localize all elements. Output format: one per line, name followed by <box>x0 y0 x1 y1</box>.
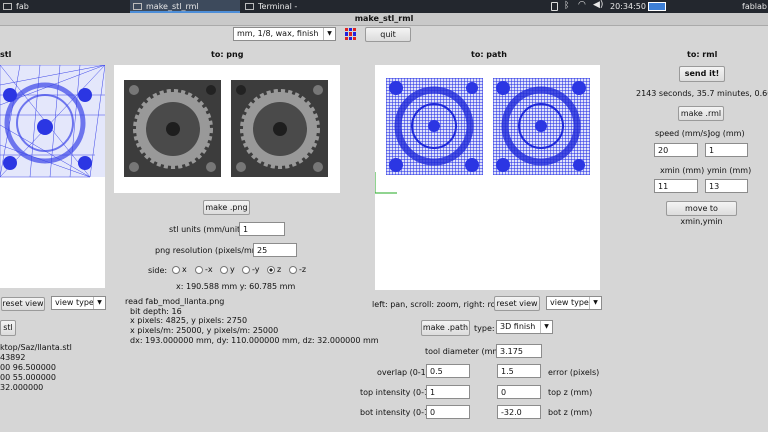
quit-button[interactable]: quit <box>365 27 411 42</box>
png-info-line: bit depth: 16 <box>130 307 182 316</box>
make-png-button[interactable]: make .png <box>203 200 250 215</box>
speed-label: speed (mm/s) <box>655 129 711 138</box>
ymin-label: ymin (mm) <box>707 166 752 175</box>
bot-intensity-label: bot intensity (0-1) <box>360 408 433 417</box>
ymin-input[interactable]: 13 <box>705 179 748 193</box>
side-y-radio[interactable]: y <box>220 265 235 274</box>
side-x-radio[interactable]: x <box>172 265 187 274</box>
window-icon <box>133 3 142 10</box>
chevron-down-icon: ▼ <box>323 28 335 40</box>
task-fab[interactable]: fab <box>0 0 128 13</box>
png-resolution-input[interactable]: 25 <box>253 243 297 257</box>
path-type-select[interactable]: 3D finish ▼ <box>496 320 553 334</box>
path-reset-view-button[interactable]: reset view <box>494 296 540 311</box>
terminal-icon <box>245 3 254 10</box>
wifi-icon[interactable]: ◠ <box>578 0 586 10</box>
send-it-button[interactable]: send it! <box>679 66 725 82</box>
clipboard-icon[interactable] <box>551 2 558 11</box>
stl-view-type-select[interactable]: view type ▼ <box>51 296 106 310</box>
stl-view[interactable] <box>0 65 105 288</box>
stl-info-line: 43892 <box>0 353 26 362</box>
tool-diameter-input[interactable]: 3.175 <box>496 344 542 358</box>
top-intensity-label: top intensity (0-1) <box>360 388 433 397</box>
bluetooth-icon[interactable]: ᛒ <box>564 1 569 11</box>
folder-icon <box>3 3 12 10</box>
overlap-label: overlap (0-1) <box>377 368 429 377</box>
top-intensity-input[interactable]: 1 <box>426 385 470 399</box>
workspace-icon[interactable] <box>648 2 666 11</box>
error-label: error (pixels) <box>548 368 600 377</box>
side-minus-x-radio[interactable]: -x <box>195 265 213 274</box>
png-image <box>124 80 328 177</box>
clock[interactable]: 20:34:50 <box>610 0 646 13</box>
process-select[interactable]: mm, 1/8, wax, finish ▼ <box>233 27 336 41</box>
stl-info-line: 00 96.500000 <box>0 363 56 372</box>
png-info-line: dx: 193.000000 mm, dy: 110.000000 mm, dz… <box>130 336 379 345</box>
png-info-line: x pixels/m: 25000, y pixels/m: 25000 <box>130 326 279 335</box>
side-minus-z-radio[interactable]: -z <box>289 265 306 274</box>
bot-intensity-input[interactable]: 0 <box>426 405 470 419</box>
task-make-stl-rml[interactable]: make_stl_rml <box>130 0 240 13</box>
jog-input[interactable]: 1 <box>705 143 748 157</box>
chevron-down-icon: ▼ <box>589 297 601 309</box>
taskbar: fab make_stl_rml Terminal - fablab@fabla… <box>0 0 768 24</box>
task-terminal[interactable]: Terminal - fablab@fablabP... <box>242 0 362 24</box>
path-view-type-select[interactable]: view type ▼ <box>546 296 602 310</box>
path-type-label: type: <box>474 324 495 333</box>
job-time-status: 2143 seconds, 35.7 minutes, 0.60 hours <box>636 89 768 98</box>
bot-z-input[interactable]: -32.0 <box>497 405 541 419</box>
tool-diameter-label: tool diameter (mm) <box>425 347 504 356</box>
png-info-line: x pixels: 4825, y pixels: 2750 <box>130 316 248 325</box>
bot-z-label: bot z (mm) <box>548 408 593 417</box>
stl-info-line: 00 55.000000 <box>0 373 56 382</box>
navigation-hint: left: pan, scroll: zoom, right: rotate <box>372 300 512 309</box>
cursor-coordinates: x: 190.588 mm y: 60.785 mm <box>176 282 296 291</box>
make-path-button[interactable]: make .path <box>421 320 470 336</box>
overlap-input[interactable]: 0.5 <box>426 364 470 378</box>
stl-reset-view-button[interactable]: reset view <box>1 297 45 311</box>
path-view[interactable] <box>375 65 600 290</box>
png-info-line: read fab_mod_llanta.png <box>125 297 225 306</box>
stl-units-input[interactable]: 1 <box>239 222 285 236</box>
chevron-down-icon: ▼ <box>93 297 105 309</box>
speed-input[interactable]: 20 <box>654 143 698 157</box>
side-label: side: <box>148 266 168 275</box>
top-z-input[interactable]: 0 <box>497 385 541 399</box>
username[interactable]: fablab <box>742 0 767 13</box>
move-to-xmin-ymin-button[interactable]: move to xmin,ymin <box>666 201 737 226</box>
toolpath-overlay <box>375 81 586 194</box>
path-title: to: path <box>471 50 507 59</box>
rml-title: to: rml <box>687 50 718 59</box>
make-rml-button[interactable]: make .rml <box>678 106 724 121</box>
grid-icon[interactable] <box>345 28 357 40</box>
xmin-label: xmin (mm) <box>660 166 705 175</box>
side-z-radio[interactable]: z <box>267 265 281 274</box>
top-z-label: top z (mm) <box>548 388 593 397</box>
volume-icon[interactable]: ◀) <box>593 0 603 10</box>
png-preview <box>114 65 340 193</box>
jog-label: jog (mm) <box>708 129 745 138</box>
png-title: to: png <box>211 50 244 59</box>
png-resolution-label: png resolution (pixels/mm): <box>155 246 266 255</box>
stl-file-path: ktop/Saz/llanta.stl <box>0 343 72 352</box>
stl-button[interactable]: stl <box>0 320 16 336</box>
stl-units-label: stl units (mm/unit): <box>169 225 246 234</box>
side-minus-y-radio[interactable]: -y <box>242 265 259 274</box>
error-input[interactable]: 1.5 <box>497 364 541 378</box>
xmin-input[interactable]: 11 <box>654 179 698 193</box>
stl-title: stl <box>0 50 12 59</box>
window-title: make_stl_rml <box>0 13 768 26</box>
chevron-down-icon: ▼ <box>540 321 552 333</box>
stl-mesh <box>0 65 105 178</box>
stl-info-line: 32.000000 <box>0 383 44 392</box>
